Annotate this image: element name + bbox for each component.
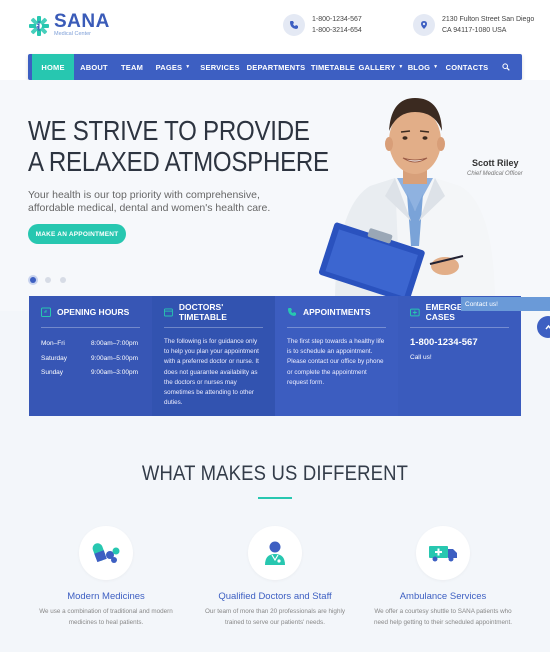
timetable-box: DOCTORS' TIMETABLE The following is for … [152, 296, 275, 416]
feature-ambulance: Ambulance Services We offer a courtesy s… [368, 526, 518, 628]
hours-row: Sunday 9:00am–3:00pm [41, 366, 140, 381]
nav-item-contacts[interactable]: CONTACTS [442, 54, 492, 80]
nav-item-blog[interactable]: BLOG ▼ [404, 54, 442, 80]
search-icon [502, 63, 510, 71]
ambulance-icon [416, 526, 470, 580]
nav-item-services[interactable]: SERVICES [196, 54, 244, 80]
hours-time: 8:00am–7:00pm [91, 340, 138, 347]
divider [164, 327, 263, 328]
feature-description: Our team of more than 20 professionals a… [204, 608, 345, 626]
nav-label: SERVICES [200, 62, 240, 72]
chevron-up-icon[interactable] [537, 316, 550, 338]
doctor-name: Scott Riley [472, 158, 519, 168]
slider-dots [30, 277, 66, 283]
brand-name: SANA [54, 11, 110, 32]
nav-label: PAGES [155, 62, 183, 72]
phone-icon [288, 308, 296, 316]
feature-title: Modern Medicines [67, 591, 145, 602]
hours-day: Mon–Fri [41, 340, 65, 347]
nav-label: TIMETABLE [310, 62, 356, 72]
caduceus-icon [28, 15, 50, 37]
phone-number-2: 1-800-3214-654 [312, 27, 362, 34]
emergency-phone[interactable]: 1-800-1234-567 [410, 337, 509, 348]
nav-label: ABOUT [80, 62, 108, 72]
make-appointment-button[interactable]: MAKE AN APPOINTMENT [28, 224, 126, 244]
calendar-icon [164, 308, 173, 317]
feature-qualified-doctors: Qualified Doctors and Staff Our team of … [200, 526, 350, 628]
hero-description: Your health is our top priority with com… [28, 189, 271, 214]
emergency-subtext: Call us! [410, 354, 432, 361]
hours-day: Sunday [41, 369, 64, 376]
feature-title: Qualified Doctors and Staff [218, 591, 332, 602]
nav-item-team[interactable]: TEAM [114, 54, 150, 80]
nav-label: HOME [41, 62, 65, 72]
nav-item-gallery[interactable]: GALLERY ▼ [358, 54, 404, 80]
hours-time: 9:00am–5:00pm [91, 354, 138, 362]
phone-icon [283, 14, 305, 36]
timetable-text: The following is for guidance only to he… [164, 338, 259, 407]
doctor-icon [248, 526, 302, 580]
slider-dot[interactable] [60, 277, 66, 283]
divider [410, 327, 509, 328]
chevron-down-icon: ▼ [433, 64, 439, 70]
site-header: SANA Medical Center 1-800-1234-567 1-800… [0, 0, 550, 52]
section-underline [258, 497, 292, 499]
doctor-role: Chief Medical Officer [467, 171, 523, 177]
appointments-title[interactable]: APPOINTMENTS [303, 307, 371, 317]
chevron-down-icon: ▼ [185, 64, 191, 70]
contact-us-tab[interactable]: Contact us! [461, 297, 550, 311]
first-aid-icon [410, 308, 420, 317]
location-pin-icon [413, 14, 435, 36]
address-line-1: 2130 Fulton Street San Diego [442, 16, 535, 23]
timetable-title[interactable]: DOCTORS' TIMETABLE [179, 302, 263, 322]
appointments-text: The first step towards a healthy life is… [287, 338, 385, 386]
nav-item-home[interactable]: HOME [32, 54, 74, 80]
main-nav: HOME ABOUT TEAM PAGES ▼ SERVICES DEPARTME… [28, 54, 522, 80]
phone-number-1: 1-800-1234-567 [312, 16, 362, 23]
clock-icon [41, 307, 51, 317]
hours-row: Mon–Fri 8:00am–7:00pm [41, 337, 140, 352]
slider-dot[interactable] [30, 277, 36, 283]
phone-block: 1-800-1234-567 1-800-3214-654 [283, 14, 362, 36]
section-title: WHAT MAKES US DIFFERENT [141, 462, 409, 485]
nav-item-pages[interactable]: PAGES ▼ [150, 54, 196, 80]
nav-label: GALLERY [358, 62, 396, 72]
nav-item-departments[interactable]: DEPARTMENTS [244, 54, 308, 80]
opening-hours-title: OPENING HOURS [57, 307, 130, 317]
divider [287, 327, 386, 328]
nav-label: TEAM [120, 62, 144, 72]
feature-description: We offer a courtesy shuttle to SANA pati… [374, 608, 512, 626]
divider [41, 327, 140, 328]
nav-label: BLOG [407, 62, 431, 72]
doctor-photo [318, 98, 495, 296]
hours-day: Saturday [41, 354, 68, 362]
feature-modern-medicines: Modern Medicines We use a combination of… [31, 526, 181, 628]
address-line-2: CA 94117-1080 USA [442, 27, 507, 34]
feature-title: Ambulance Services [399, 591, 487, 602]
brand-tagline: Medical Center [54, 31, 91, 37]
opening-hours-box: OPENING HOURS Mon–Fri 8:00am–7:00pm Satur… [29, 296, 152, 416]
slider-dot[interactable] [45, 277, 51, 283]
feature-description: We use a combination of traditional and … [39, 608, 173, 626]
hours-row: Saturday 9:00am–5:00pm [41, 352, 140, 367]
hero-title: WE STRIVE TO PROVIDE A RELAXED ATMOSPHER… [28, 115, 329, 177]
hero-title-line-2: A RELAXED ATMOSPHERE [28, 146, 329, 177]
nav-item-about[interactable]: ABOUT [74, 54, 114, 80]
emergency-box: EMERGENCY CASES 1-800-1234-567 Call us! [398, 296, 521, 416]
nav-label: CONTACTS [445, 62, 489, 72]
pills-icon [79, 526, 133, 580]
chevron-down-icon: ▼ [398, 64, 404, 70]
appointments-box: APPOINTMENTS The first step towards a he… [275, 296, 398, 416]
nav-label: DEPARTMENTS [246, 62, 306, 72]
hours-time: 9:00am–3:00pm [91, 369, 138, 376]
nav-item-timetable[interactable]: TIMETABLE [308, 54, 358, 80]
search-button[interactable] [492, 54, 520, 80]
info-boxes: OPENING HOURS Mon–Fri 8:00am–7:00pm Satur… [29, 296, 521, 416]
logo[interactable]: SANA Medical Center [28, 11, 110, 38]
address-block: 2130 Fulton Street San Diego CA 94117-10… [413, 14, 534, 36]
hero-title-line-1: WE STRIVE TO PROVIDE [28, 115, 310, 146]
